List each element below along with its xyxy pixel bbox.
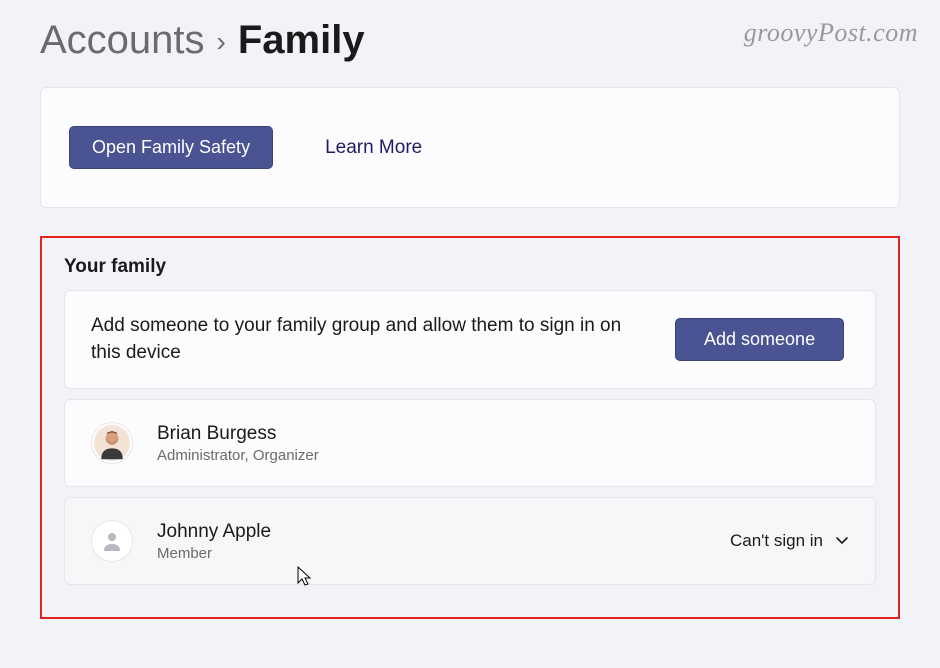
chevron-down-icon (835, 533, 849, 549)
section-title: Your family (64, 256, 876, 278)
member-role: Member (157, 545, 706, 562)
person-placeholder-icon (100, 529, 124, 553)
member-name: Johnny Apple (157, 521, 706, 543)
avatar (91, 422, 133, 464)
add-someone-card: Add someone to your family group and all… (64, 290, 876, 389)
avatar (91, 520, 133, 562)
open-family-safety-button[interactable]: Open Family Safety (69, 126, 273, 169)
family-member-row[interactable]: Brian Burgess Administrator, Organizer (64, 399, 876, 487)
family-safety-card: Open Family Safety Learn More (40, 87, 900, 208)
your-family-section: Your family Add someone to your family g… (40, 236, 900, 619)
watermark-text: groovyPost.com (744, 18, 918, 48)
member-name: Brian Burgess (157, 423, 849, 445)
family-member-row[interactable]: Johnny Apple Member Can't sign in (64, 497, 876, 585)
signin-status-label: Can't sign in (730, 531, 823, 551)
breadcrumb-current: Family (238, 18, 365, 63)
add-someone-button[interactable]: Add someone (675, 318, 844, 361)
add-someone-description: Add someone to your family group and all… (91, 313, 651, 366)
signin-status-dropdown[interactable]: Can't sign in (730, 531, 849, 551)
member-role: Administrator, Organizer (157, 447, 849, 464)
breadcrumb-parent[interactable]: Accounts (40, 18, 205, 63)
learn-more-link[interactable]: Learn More (325, 137, 422, 159)
chevron-right-icon: › (217, 26, 226, 58)
avatar-photo-icon (94, 425, 130, 461)
